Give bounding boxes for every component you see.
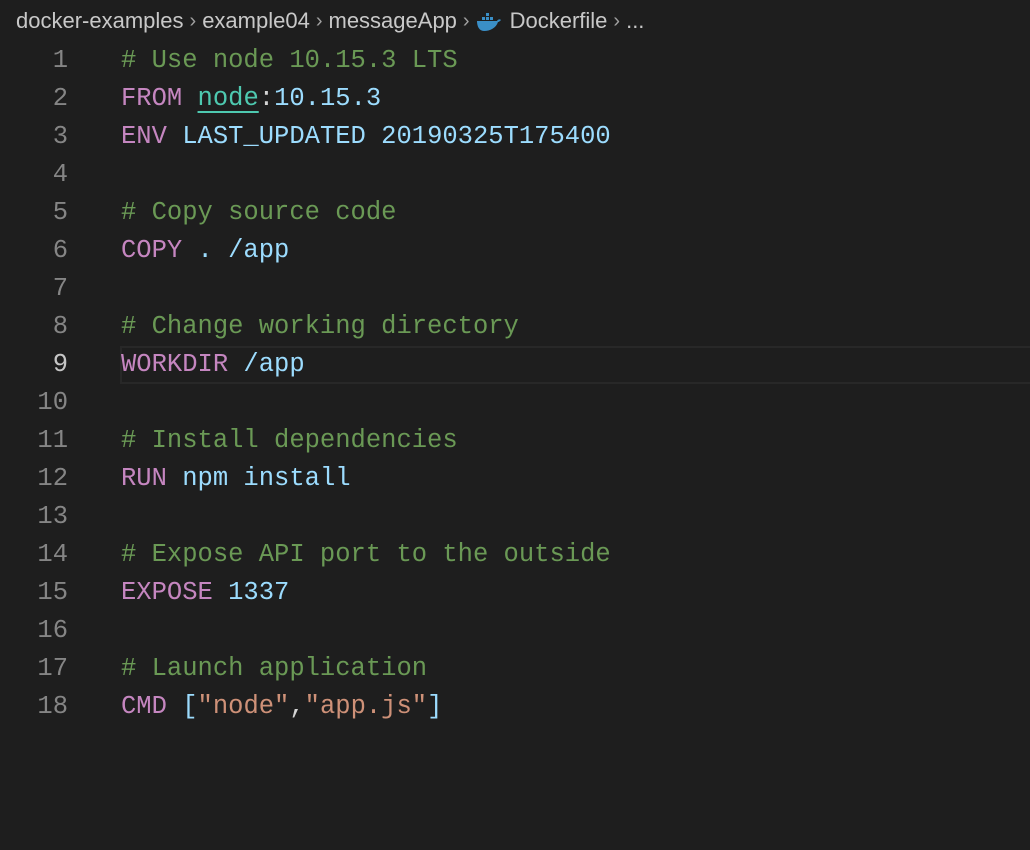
token-var: 1337 bbox=[212, 578, 290, 607]
line-number: 10 bbox=[37, 388, 68, 417]
code-line[interactable]: 2 FROM node:10.15.3 bbox=[0, 80, 1030, 118]
token-img: node bbox=[197, 84, 259, 113]
code-text: # Use node 10.15.3 LTS bbox=[121, 42, 458, 80]
token-comment: # Install dependencies bbox=[121, 426, 458, 455]
code-line[interactable]: 9 WORKDIR /app bbox=[0, 346, 1030, 384]
token-punc: : bbox=[258, 84, 275, 113]
token-brk: ] bbox=[427, 692, 443, 721]
breadcrumb-docker-examples[interactable]: docker-examples bbox=[16, 8, 184, 34]
code-text: RUN npm install bbox=[121, 460, 351, 498]
chevron-right-icon: › bbox=[189, 9, 197, 32]
line-number: 13 bbox=[37, 502, 68, 531]
code-text: COPY . /app bbox=[121, 232, 289, 270]
chevron-right-icon: › bbox=[315, 9, 323, 32]
code-text: EXPOSE 1337 bbox=[121, 574, 289, 612]
line-number: 16 bbox=[37, 616, 68, 645]
breadcrumb-messageapp[interactable]: messageApp bbox=[329, 8, 457, 34]
line-number: 6 bbox=[52, 236, 68, 265]
code-line[interactable]: 14 # Expose API port to the outside bbox=[0, 536, 1030, 574]
token-var: /app bbox=[228, 350, 305, 379]
code-line[interactable]: 1 # Use node 10.15.3 LTS bbox=[0, 42, 1030, 80]
token-comment: # Change working directory bbox=[121, 312, 519, 341]
line-number: 8 bbox=[52, 312, 68, 341]
breadcrumb-dockerfile[interactable]: Dockerfile bbox=[476, 8, 608, 34]
token-comment: # Use node 10.15.3 LTS bbox=[121, 46, 458, 75]
token-var: . /app bbox=[182, 236, 290, 265]
chevron-right-icon: › bbox=[613, 9, 621, 32]
line-number: 12 bbox=[37, 464, 68, 493]
line-number: 2 bbox=[52, 84, 68, 113]
code-text: # Launch application bbox=[121, 650, 427, 688]
code-line[interactable]: 8 # Change working directory bbox=[0, 308, 1030, 346]
token-comment: # Copy source code bbox=[121, 198, 397, 227]
code-text: WORKDIR /app bbox=[121, 346, 305, 384]
token-punc bbox=[182, 84, 197, 113]
line-number: 4 bbox=[52, 160, 68, 189]
breadcrumb-dockerfile-label: Dockerfile bbox=[509, 8, 608, 33]
token-var: npm install bbox=[166, 464, 351, 493]
code-line[interactable]: 3 ENV LAST_UPDATED 20190325T175400 bbox=[0, 118, 1030, 156]
code-line[interactable]: 18 CMD ["node","app.js"] bbox=[0, 688, 1030, 726]
line-number: 11 bbox=[37, 426, 68, 455]
code-line[interactable]: 7 bbox=[0, 270, 1030, 308]
token-str: "node" bbox=[197, 692, 290, 721]
line-number: 7 bbox=[52, 274, 68, 303]
code-text: # Expose API port to the outside bbox=[121, 536, 611, 574]
line-number: 15 bbox=[37, 578, 68, 607]
code-line[interactable]: 13 bbox=[0, 498, 1030, 536]
code-text: CMD ["node","app.js"] bbox=[121, 688, 442, 726]
code-line[interactable]: 11 # Install dependencies bbox=[0, 422, 1030, 460]
code-line[interactable]: 6 COPY . /app bbox=[0, 232, 1030, 270]
docker-whale-icon bbox=[476, 13, 501, 32]
code-line[interactable]: 17 # Launch application bbox=[0, 650, 1030, 688]
code-line[interactable]: 10 bbox=[0, 384, 1030, 422]
code-line[interactable]: 5 # Copy source code bbox=[0, 194, 1030, 232]
line-number: 9 bbox=[52, 350, 68, 379]
code-text: FROM node:10.15.3 bbox=[121, 80, 381, 118]
line-number: 3 bbox=[52, 122, 68, 151]
chevron-right-icon: › bbox=[462, 9, 470, 32]
line-number: 1 bbox=[52, 46, 68, 75]
token-comment: # Launch application bbox=[121, 654, 428, 683]
line-number: 14 bbox=[37, 540, 68, 569]
code-line[interactable]: 12 RUN npm install bbox=[0, 460, 1030, 498]
code-editor[interactable]: 1 # Use node 10.15.3 LTS 2 FROM node:10.15.… bbox=[0, 42, 1030, 850]
token-kw: EXPOSE bbox=[121, 578, 213, 607]
token-kw: CMD bbox=[121, 692, 167, 721]
token-var: 10.15.3 bbox=[274, 84, 382, 113]
token-var: LAST_UPDATED 20190325T175400 bbox=[166, 122, 611, 151]
token-kw: ENV bbox=[121, 122, 167, 151]
breadcrumb-more[interactable]: ... bbox=[626, 8, 644, 34]
code-text: ENV LAST_UPDATED 20190325T175400 bbox=[121, 118, 611, 156]
token-punc: , bbox=[289, 692, 305, 721]
line-number: 18 bbox=[37, 692, 68, 721]
code-line[interactable]: 4 bbox=[0, 156, 1030, 194]
code-line[interactable]: 15 EXPOSE 1337 bbox=[0, 574, 1030, 612]
token-kw: FROM bbox=[121, 84, 183, 113]
code-text: # Copy source code bbox=[121, 194, 396, 232]
token-str: "app.js" bbox=[304, 692, 428, 721]
breadcrumb: docker-examples › example04 › messageApp… bbox=[16, 4, 644, 38]
breadcrumb-example04[interactable]: example04 bbox=[202, 8, 310, 34]
code-text: # Change working directory bbox=[121, 308, 519, 346]
code-text: # Install dependencies bbox=[121, 422, 458, 460]
line-number: 17 bbox=[37, 654, 68, 683]
token-kw: COPY bbox=[121, 236, 183, 265]
token-brk: [ bbox=[166, 692, 198, 721]
token-comment: # Expose API port to the outside bbox=[121, 540, 611, 569]
line-number: 5 bbox=[52, 198, 68, 227]
code-line[interactable]: 16 bbox=[0, 612, 1030, 650]
token-kw: RUN bbox=[121, 464, 167, 493]
token-kw: WORKDIR bbox=[121, 350, 229, 379]
